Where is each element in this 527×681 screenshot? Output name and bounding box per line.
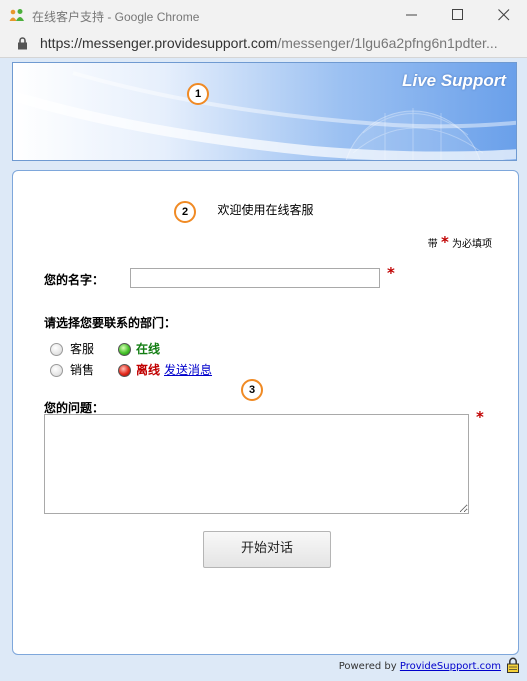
- marker-1: 1: [187, 83, 209, 105]
- page: Live Support 1 2 欢迎使用在线客服 带 * 为必填项 您的名字：…: [0, 58, 527, 681]
- chat-form-panel: 2 欢迎使用在线客服 带 * 为必填项 您的名字： * 请选择您要联系的部门： …: [12, 170, 519, 655]
- question-textarea[interactable]: [44, 414, 469, 514]
- close-icon: [498, 9, 510, 21]
- department-name-service: 客服: [70, 342, 95, 356]
- padlock-icon: [507, 657, 519, 673]
- department-label: 请选择您要联系的部门：: [44, 316, 177, 330]
- online-status-icon: [118, 343, 131, 356]
- lock-icon: [18, 37, 27, 50]
- live-support-banner: Live Support: [12, 62, 517, 161]
- required-note: 带 * 为必填项: [428, 233, 492, 251]
- url-path: /messenger/1lgu6a2pfng6n1pdter...: [277, 35, 498, 51]
- name-label: 您的名字：: [44, 273, 105, 287]
- department-name-sales: 销售: [70, 363, 95, 377]
- minimize-icon: [406, 14, 417, 16]
- people-icon: [9, 9, 24, 21]
- name-input[interactable]: [130, 268, 380, 288]
- minimize-button[interactable]: [389, 0, 435, 30]
- banner-title: Live Support: [402, 71, 506, 90]
- maximize-button[interactable]: [435, 0, 481, 30]
- name-required-star: *: [387, 264, 395, 282]
- powered-by-text: Powered by: [338, 661, 397, 672]
- status-online: 在线: [136, 342, 161, 356]
- url-text[interactable]: https://messenger.providesupport.com/mes…: [40, 35, 510, 51]
- offline-status-icon: [118, 364, 131, 377]
- address-bar[interactable]: https://messenger.providesupport.com/mes…: [0, 30, 527, 58]
- window-title: 在线客户支持 - Google Chrome: [32, 10, 200, 24]
- start-chat-button[interactable]: 开始对话: [203, 531, 331, 568]
- powered-by-footer: Powered by ProvideSupport.com: [339, 661, 501, 672]
- welcome-text: 欢迎使用在线客服: [217, 203, 314, 217]
- department-radio-sales[interactable]: [50, 364, 63, 377]
- question-required-star: *: [476, 408, 484, 426]
- maximize-icon: [452, 9, 463, 20]
- required-star-icon: *: [440, 233, 449, 251]
- marker-3: 3: [241, 379, 263, 401]
- send-message-link[interactable]: 发送消息: [164, 361, 212, 378]
- providesupport-link[interactable]: ProvideSupport.com: [400, 661, 501, 672]
- required-note-suffix: 为必填项: [452, 239, 492, 250]
- url-host: https://messenger.providesupport.com: [40, 35, 278, 51]
- close-button[interactable]: [481, 0, 527, 30]
- status-offline: 离线: [136, 363, 161, 377]
- required-note-prefix: 带: [427, 239, 438, 250]
- window-titlebar: 在线客户支持 - Google Chrome: [0, 0, 527, 30]
- department-radio-service[interactable]: [50, 343, 63, 356]
